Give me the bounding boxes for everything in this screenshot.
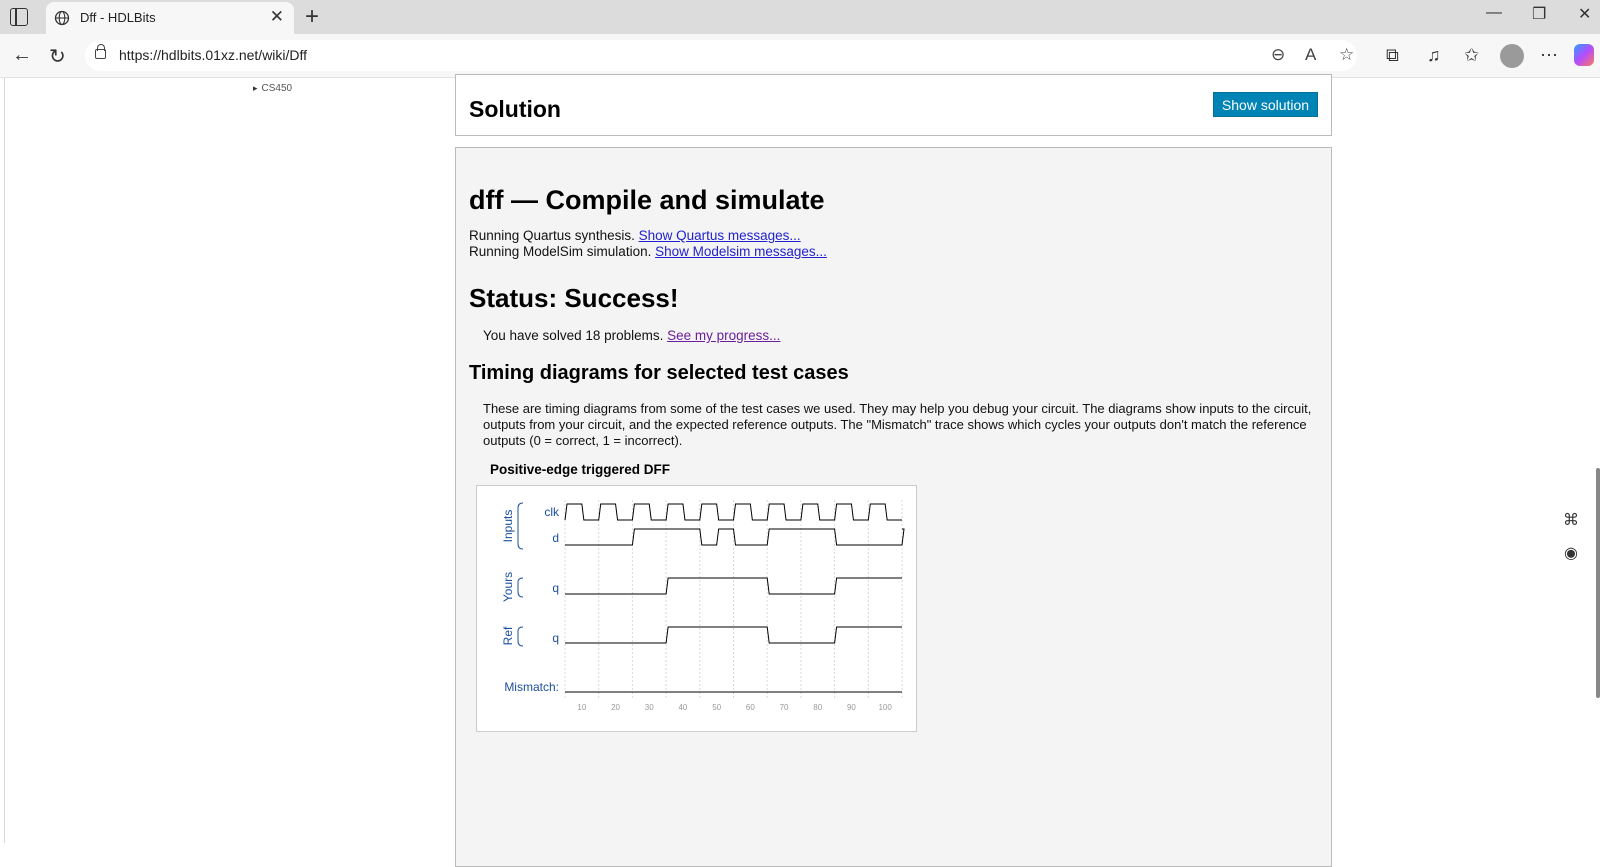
- globe-icon: [54, 10, 70, 26]
- modelsim-line: Running ModelSim simulation. Show Models…: [469, 244, 827, 259]
- sidebar-item-cs450[interactable]: CS450: [253, 83, 293, 94]
- browser-tab[interactable]: Dff - HDLBits ✕: [46, 2, 294, 34]
- timing-diagram-panel: Inputs Yours Ref clk d q q Mismatch: 10 2…: [476, 485, 917, 732]
- apps-icon[interactable]: ⌘: [1556, 506, 1586, 536]
- tab-actions-icon[interactable]: [10, 8, 28, 26]
- diagram-title: Positive-edge triggered DFF: [490, 462, 671, 477]
- favorite-star-icon[interactable]: ☆: [1339, 45, 1354, 65]
- d-trace: [565, 528, 905, 546]
- page-divider: [4, 78, 5, 843]
- quartus-messages-link[interactable]: Show Quartus messages...: [639, 228, 801, 243]
- time-tick-label: 80: [813, 703, 822, 712]
- minimize-button[interactable]: —: [1486, 4, 1502, 22]
- quartus-status-text: Running Quartus synthesis.: [469, 228, 639, 243]
- signal-label-yours-q: q: [552, 581, 559, 595]
- time-tick-label: 20: [611, 703, 620, 712]
- url-text[interactable]: https://hdlbits.01xz.net/wiki/Dff: [119, 47, 307, 63]
- compile-heading: dff — Compile and simulate: [469, 185, 825, 215]
- profile-avatar[interactable]: [1500, 44, 1524, 68]
- extensions-icon[interactable]: ⧉: [1386, 45, 1399, 66]
- timing-heading: Timing diagrams for selected test cases: [469, 362, 849, 384]
- yours-bracket: [517, 577, 524, 598]
- signal-label-clk: clk: [544, 505, 560, 519]
- read-aloud-icon[interactable]: A: [1305, 45, 1316, 65]
- progress-link[interactable]: See my progress...: [667, 328, 780, 343]
- modelsim-status-text: Running ModelSim simulation.: [469, 244, 656, 259]
- signal-label-d: d: [552, 531, 559, 545]
- status-heading: Status: Success!: [469, 283, 679, 313]
- browser-tab-bar: Dff - HDLBits ✕ + — ❐ ✕: [0, 0, 1600, 34]
- lock-icon[interactable]: [95, 44, 106, 59]
- time-tick-label: 50: [712, 703, 721, 712]
- more-menu-icon[interactable]: ⋯: [1540, 45, 1558, 66]
- group-label-yours: Yours: [501, 572, 515, 602]
- refresh-icon[interactable]: ↻: [49, 44, 66, 69]
- solved-count-line: You have solved 18 problems. See my prog…: [483, 328, 780, 343]
- group-label-ref: Ref: [501, 626, 515, 645]
- show-solution-button[interactable]: Show solution: [1213, 92, 1318, 117]
- favorites-icon[interactable]: ✩: [1464, 45, 1479, 66]
- new-tab-button[interactable]: +: [305, 3, 319, 31]
- page-content: CS450 Solution Show solution dff — Compi…: [0, 74, 1600, 867]
- time-tick-label: 30: [645, 703, 654, 712]
- quartus-line: Running Quartus synthesis. Show Quartus …: [469, 228, 801, 243]
- time-tick-label: 70: [780, 703, 789, 712]
- timing-diagram: Inputs Yours Ref clk d q q Mismatch: 10 2…: [501, 500, 905, 712]
- inputs-bracket: [517, 502, 524, 550]
- address-toolbar: ← ↻ https://hdlbits.01xz.net/wiki/Dff ⊖ …: [0, 34, 1600, 78]
- ref-bracket: [517, 626, 524, 647]
- tab-close-icon[interactable]: ✕: [270, 7, 284, 27]
- compile-result-panel: dff — Compile and simulate Running Quart…: [455, 147, 1332, 867]
- signal-label-mismatch: Mismatch:: [504, 680, 559, 694]
- solution-heading: Solution: [469, 96, 561, 122]
- solved-count-text: You have solved 18 problems.: [483, 328, 668, 343]
- group-label-inputs: Inputs: [501, 510, 515, 543]
- signal-label-ref-q: q: [552, 631, 559, 645]
- time-tick-label: 100: [878, 703, 892, 712]
- modelsim-messages-link[interactable]: Show Modelsim messages...: [655, 244, 827, 259]
- time-tick-label: 90: [847, 703, 856, 712]
- zoom-icon[interactable]: ⊖: [1271, 45, 1285, 65]
- time-tick-label: 40: [678, 703, 687, 712]
- assistant-icon[interactable]: ◉: [1556, 539, 1586, 569]
- back-arrow-icon[interactable]: ←: [12, 44, 32, 67]
- time-tick-label: 10: [577, 703, 586, 712]
- tab-title: Dff - HDLBits: [80, 10, 156, 25]
- timing-description: These are timing diagrams from some of t…: [483, 401, 1312, 448]
- media-icon[interactable]: ♫: [1427, 45, 1441, 66]
- solution-panel: Solution Show solution: [455, 74, 1332, 136]
- scrollbar-thumb[interactable]: [1596, 468, 1600, 698]
- window-close-button[interactable]: ✕: [1578, 4, 1591, 24]
- time-tick-label: 60: [746, 703, 755, 712]
- copilot-icon[interactable]: [1574, 44, 1594, 66]
- restore-button[interactable]: ❐: [1532, 4, 1546, 24]
- address-bar[interactable]: https://hdlbits.01xz.net/wiki/Dff ⊖ A ☆: [85, 40, 1357, 71]
